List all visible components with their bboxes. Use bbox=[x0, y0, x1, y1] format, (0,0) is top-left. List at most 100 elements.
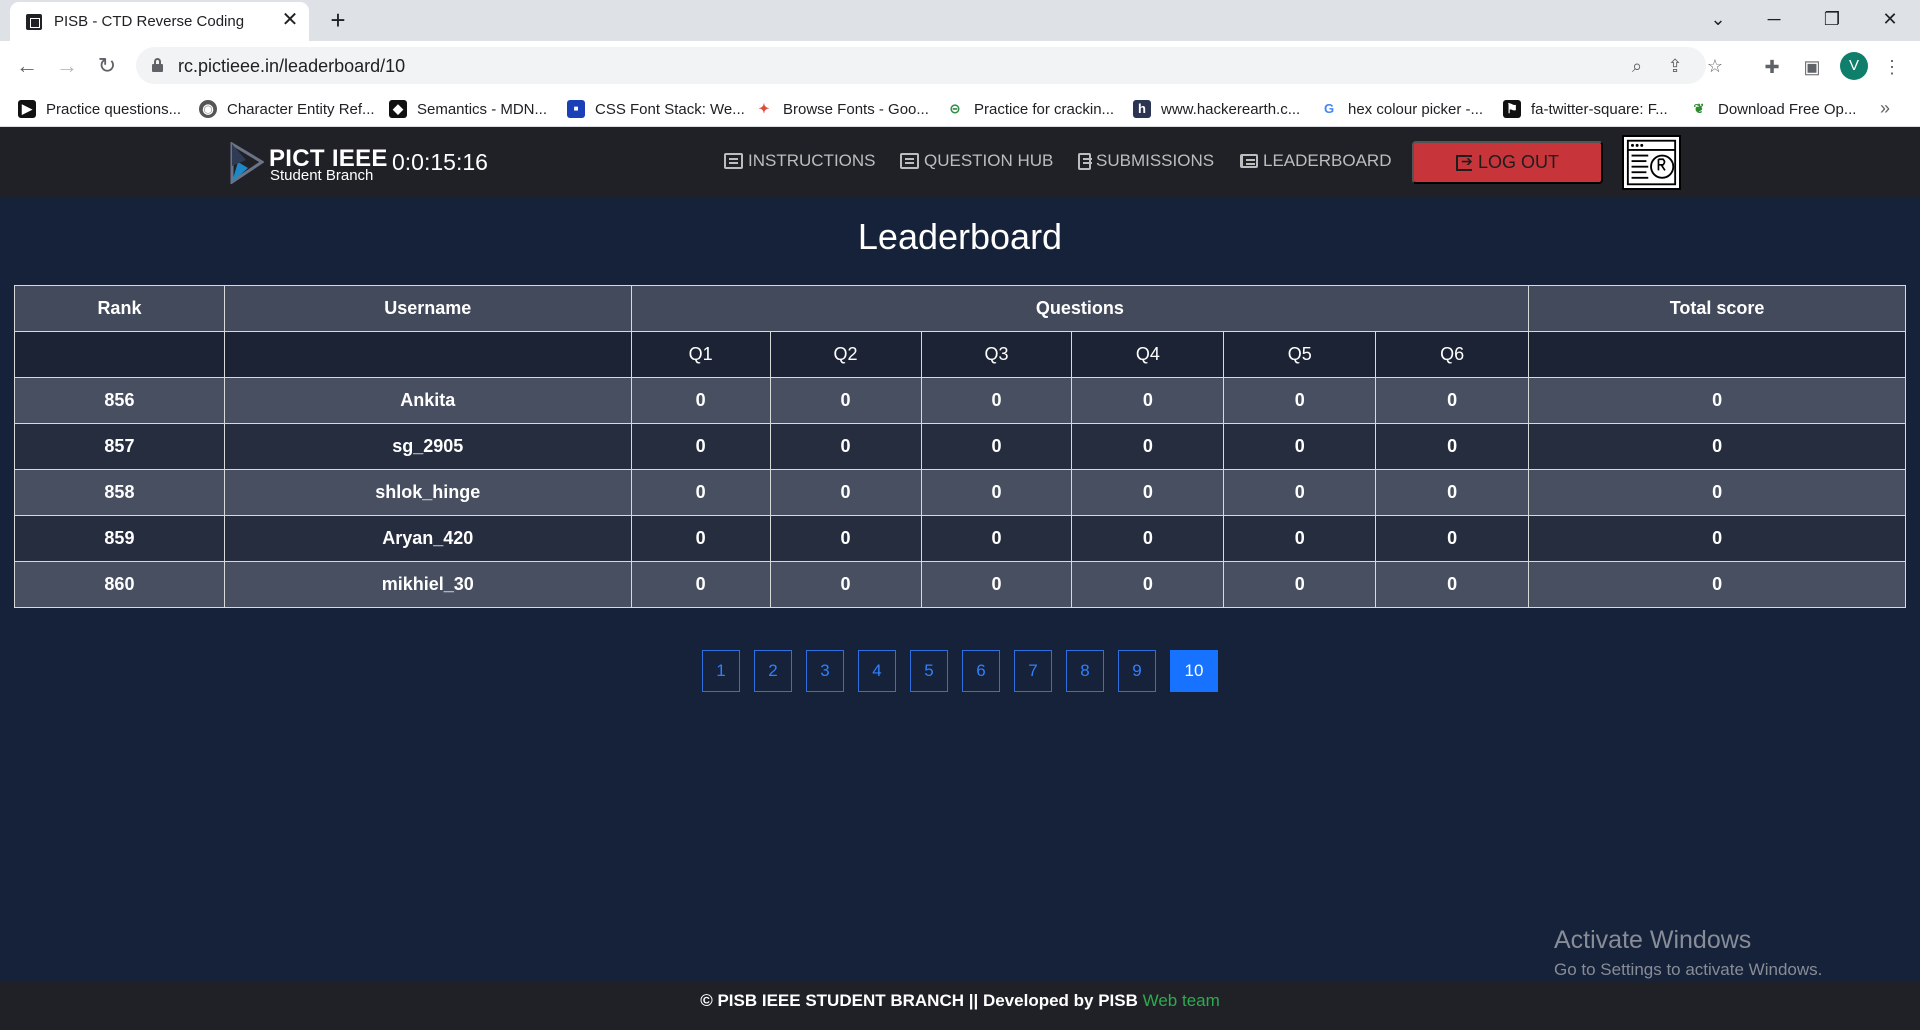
page-link-2[interactable]: 2 bbox=[754, 650, 792, 692]
rank-cell: 856 bbox=[14, 377, 225, 424]
flag-checkered-icon bbox=[1240, 154, 1258, 168]
page-link-4[interactable]: 4 bbox=[858, 650, 896, 692]
cssfont-icon: ■ bbox=[567, 100, 585, 118]
leaderboard-table: Rank Username Questions Total score Q1 Q… bbox=[14, 285, 1906, 608]
windows-activation-title: Activate Windows bbox=[1554, 926, 1752, 954]
score-cell: 0 bbox=[769, 561, 922, 608]
rank-cell: 857 bbox=[14, 423, 225, 470]
browser-tab[interactable]: PISB - CTD Reverse Coding ✕ bbox=[10, 2, 309, 41]
username-cell: Ankita bbox=[223, 377, 632, 424]
rank-cell: 860 bbox=[14, 561, 225, 608]
bookmark-item[interactable]: ⚑ fa-twitter-square: F... bbox=[1503, 98, 1668, 120]
bookmark-item[interactable]: h www.hackerearth.c... bbox=[1133, 98, 1300, 120]
tab-search-icon[interactable]: ⌄ bbox=[1696, 4, 1740, 34]
username-cell: sg_2905 bbox=[223, 423, 632, 470]
pict-ieee-logo-icon bbox=[230, 142, 264, 184]
close-window-button[interactable]: ✕ bbox=[1868, 4, 1912, 34]
username-cell: mikhiel_30 bbox=[223, 561, 632, 608]
menu-icon[interactable]: ⋮ bbox=[1880, 55, 1904, 79]
site-footer: © PISB IEEE STUDENT BRANCH || Developed … bbox=[0, 981, 1920, 1030]
bookmark-item[interactable]: ◆ Semantics - MDN... bbox=[389, 98, 547, 120]
bookmark-star-icon[interactable]: ☆ bbox=[1702, 53, 1728, 79]
web-team-link[interactable]: Web team bbox=[1143, 991, 1220, 1010]
score-cell: 0 bbox=[1223, 377, 1377, 424]
bookmark-item[interactable]: ◉ Character Entity Ref... bbox=[199, 98, 375, 120]
score-cell: 0 bbox=[1071, 469, 1225, 516]
bookmark-item[interactable]: ⊝ Practice for crackin... bbox=[946, 98, 1115, 120]
rank-cell: 858 bbox=[14, 469, 225, 516]
score-cell: 0 bbox=[920, 377, 1073, 424]
url-text: rc.pictieee.in/leaderboard/10 bbox=[178, 56, 406, 76]
page-link-10-current[interactable]: 10 bbox=[1170, 650, 1218, 692]
total-cell: 0 bbox=[1528, 377, 1906, 424]
back-button[interactable]: ← bbox=[12, 51, 42, 81]
bookmark-item[interactable]: ✦ Browse Fonts - Goo... bbox=[755, 98, 929, 120]
side-panel-icon[interactable]: ▣ bbox=[1800, 55, 1824, 79]
page-link-8[interactable]: 8 bbox=[1066, 650, 1104, 692]
table-row: 856 Ankita 0 0 0 0 0 0 0 bbox=[14, 377, 1906, 424]
empty-cell bbox=[14, 331, 225, 378]
sign-out-icon bbox=[1455, 153, 1473, 171]
page-link-6[interactable]: 6 bbox=[962, 650, 1000, 692]
more-bookmarks-icon[interactable]: » bbox=[1880, 98, 1890, 119]
score-cell: 0 bbox=[1375, 423, 1530, 470]
username-cell: shlok_hinge bbox=[223, 469, 632, 516]
score-cell: 0 bbox=[1223, 515, 1377, 562]
reload-button[interactable]: ↻ bbox=[92, 51, 122, 81]
nav-instructions[interactable]: INSTRUCTIONS bbox=[724, 151, 876, 171]
empty-cell bbox=[223, 331, 632, 378]
table-row: 859 Aryan_420 0 0 0 0 0 0 0 bbox=[14, 515, 1906, 562]
page-link-7[interactable]: 7 bbox=[1014, 650, 1052, 692]
hackerearth-icon: h bbox=[1133, 100, 1151, 118]
bookmark-item[interactable]: ▶ Practice questions... bbox=[18, 98, 181, 120]
close-tab-icon[interactable]: ✕ bbox=[278, 8, 302, 32]
lock-icon[interactable] bbox=[152, 58, 163, 72]
pagination: 1 2 3 4 5 6 7 8 9 10 bbox=[0, 650, 1920, 692]
new-tab-button[interactable]: + bbox=[324, 6, 352, 34]
footer-text: © PISB IEEE STUDENT BRANCH || Developed … bbox=[700, 991, 1143, 1010]
total-cell: 0 bbox=[1528, 515, 1906, 562]
table-row: 857 sg_2905 0 0 0 0 0 0 0 bbox=[14, 423, 1906, 470]
extensions-icon[interactable]: ✚ bbox=[1760, 55, 1784, 79]
page-link-9[interactable]: 9 bbox=[1118, 650, 1156, 692]
bookmark-item[interactable]: Ghex colour picker -... bbox=[1320, 98, 1483, 120]
question-label: Q2 bbox=[769, 331, 922, 378]
score-cell: 0 bbox=[1375, 561, 1530, 608]
profile-avatar[interactable]: V bbox=[1840, 52, 1868, 80]
page-link-1[interactable]: 1 bbox=[702, 650, 740, 692]
zoom-icon[interactable]: ⌕ bbox=[1624, 53, 1650, 79]
total-cell: 0 bbox=[1528, 469, 1906, 516]
play-icon: ▶ bbox=[18, 100, 36, 118]
address-bar[interactable]: rc.pictieee.in/leaderboard/10 ⌕ ⇪ ☆ bbox=[136, 47, 1723, 84]
score-cell: 0 bbox=[1223, 423, 1377, 470]
page-link-5[interactable]: 5 bbox=[910, 650, 948, 692]
score-cell: 0 bbox=[920, 561, 1073, 608]
leaf-icon: ❦ bbox=[1693, 101, 1705, 116]
rank-header: Rank bbox=[14, 285, 225, 332]
empty-cell bbox=[1528, 331, 1906, 378]
share-icon[interactable]: ⇪ bbox=[1662, 53, 1688, 79]
bookmark-item[interactable]: ❦ Download Free Op... bbox=[1690, 98, 1857, 120]
forward-button[interactable]: → bbox=[52, 51, 82, 81]
contest-timer: 0:0:15:16 bbox=[392, 149, 488, 175]
nav-submissions[interactable]: SUBMISSIONS bbox=[1078, 151, 1214, 171]
logout-button[interactable]: LOG OUT bbox=[1412, 141, 1603, 184]
question-label: Q5 bbox=[1223, 331, 1377, 378]
nav-leaderboard[interactable]: LEADERBOARD bbox=[1240, 151, 1391, 171]
tab-title: PISB - CTD Reverse Coding bbox=[54, 13, 245, 30]
question-label: Q3 bbox=[920, 331, 1073, 378]
page-link-3[interactable]: 3 bbox=[806, 650, 844, 692]
question-subheader-row: Q1 Q2 Q3 Q4 Q5 Q6 bbox=[14, 331, 1906, 378]
total-score-header: Total score bbox=[1528, 285, 1906, 332]
tab-strip: PISB - CTD Reverse Coding ✕ + ⌄ ─ ❐ ✕ bbox=[0, 0, 1920, 41]
nav-question-hub[interactable]: QUESTION HUB bbox=[900, 151, 1053, 171]
score-cell: 0 bbox=[920, 515, 1073, 562]
file-icon bbox=[1078, 152, 1092, 170]
score-cell: 0 bbox=[630, 377, 771, 424]
bookmark-item[interactable]: ■ CSS Font Stack: We... bbox=[567, 98, 745, 120]
minimize-button[interactable]: ─ bbox=[1752, 4, 1796, 34]
score-cell: 0 bbox=[630, 561, 771, 608]
google-icon: G bbox=[1323, 101, 1335, 116]
restore-button[interactable]: ❐ bbox=[1810, 4, 1854, 34]
score-cell: 0 bbox=[1071, 561, 1225, 608]
